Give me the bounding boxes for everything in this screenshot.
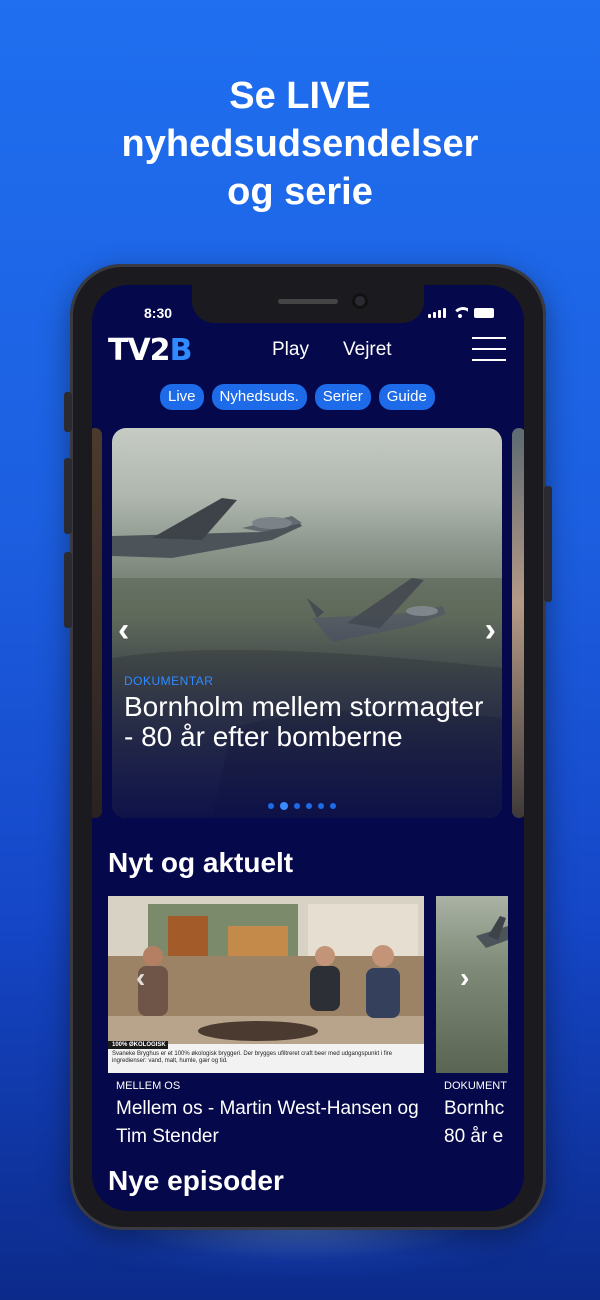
chevron-right-icon[interactable]: ›: [460, 962, 469, 994]
hero-title[interactable]: Bornholm mellem stormagter - 80 år efter…: [124, 692, 484, 752]
carousel-dot[interactable]: [280, 802, 288, 810]
chip-live[interactable]: Live: [160, 384, 204, 410]
tv2-logo[interactable]: TV2 B: [108, 332, 193, 368]
chip-serier[interactable]: Serier: [314, 384, 371, 410]
carousel-dot[interactable]: [268, 803, 274, 809]
chip-guide[interactable]: Guide: [378, 384, 435, 410]
carousel-dot[interactable]: [294, 803, 300, 809]
battery-icon: [474, 308, 494, 318]
hamburger-menu-icon[interactable]: [472, 337, 506, 361]
notch: [192, 285, 424, 323]
chevron-right-icon[interactable]: ›: [485, 611, 496, 650]
logo-accent: B: [169, 332, 193, 368]
hero-slide[interactable]: ‹ › DOKUMENTAR Bornholm mellem stormagte…: [112, 428, 502, 818]
news-card-2-title[interactable]: Bornhc 80 år e: [444, 1095, 508, 1151]
lower-third-text: Svaneke Bryghus er et 100% økologisk bry…: [112, 1051, 393, 1064]
phone-button-left-3: [64, 552, 72, 628]
nav-vejret[interactable]: Vejret: [343, 339, 392, 361]
hero-prev-slide-peek[interactable]: [92, 428, 102, 818]
jet-1: [112, 498, 302, 558]
logo-text: TV2: [108, 332, 171, 368]
news-card-1-category: MELLEM OS: [116, 1080, 181, 1092]
news-card-2-thumbnail[interactable]: ›: [436, 896, 508, 1073]
phone-screen: 8:30 TV2 B Play Vejret Live Nyhedsuds. Se…: [92, 285, 524, 1211]
section-title-episodes: Nye episoder: [108, 1165, 284, 1196]
news-card-2-category: DOKUMENT: [444, 1080, 507, 1092]
wifi-icon: [452, 307, 468, 319]
cellular-signal-icon: [428, 308, 446, 318]
status-time: 8:30: [144, 305, 173, 321]
chevron-left-icon[interactable]: ‹: [136, 962, 145, 994]
phone-button-right: [544, 486, 552, 602]
headline-line-3: og serie: [227, 171, 373, 213]
headline-line-1: Se LIVE: [229, 75, 371, 117]
phone-button-left-2: [64, 458, 72, 534]
news-card-1-title[interactable]: Mellem os - Martin West-Hansen og Tim St…: [116, 1095, 428, 1151]
chevron-left-icon[interactable]: ‹: [118, 611, 129, 650]
section-title-news: Nyt og aktuelt: [108, 847, 294, 878]
hero-next-slide-peek[interactable]: [512, 428, 524, 818]
speaker: [278, 299, 338, 304]
carousel-dot[interactable]: [330, 803, 336, 809]
chip-nyhedsuds[interactable]: Nyhedsuds.: [211, 384, 307, 410]
carousel-dot[interactable]: [306, 803, 312, 809]
headline-line-2: nyhedsudsendelser: [121, 123, 479, 165]
phone-button-left-1: [64, 392, 72, 432]
promo-headline: Se LIVE nyhedsudsendelser og serie: [0, 72, 600, 216]
carousel-dot[interactable]: [318, 803, 324, 809]
camera: [352, 293, 368, 309]
hero-category: DOKUMENTAR: [124, 674, 214, 688]
carousel-dots: [268, 802, 336, 810]
news-card-1-thumbnail[interactable]: 100% ØKOLOGISK Svaneke Bryghus er et 100…: [108, 896, 424, 1073]
nav-play[interactable]: Play: [272, 339, 309, 361]
jet-image: [476, 916, 508, 948]
lower-third-tag: 100% ØKOLOGISK: [112, 1042, 166, 1048]
category-chips: Live Nyhedsuds. Serier Guide: [160, 384, 435, 410]
status-icons: [428, 307, 494, 319]
